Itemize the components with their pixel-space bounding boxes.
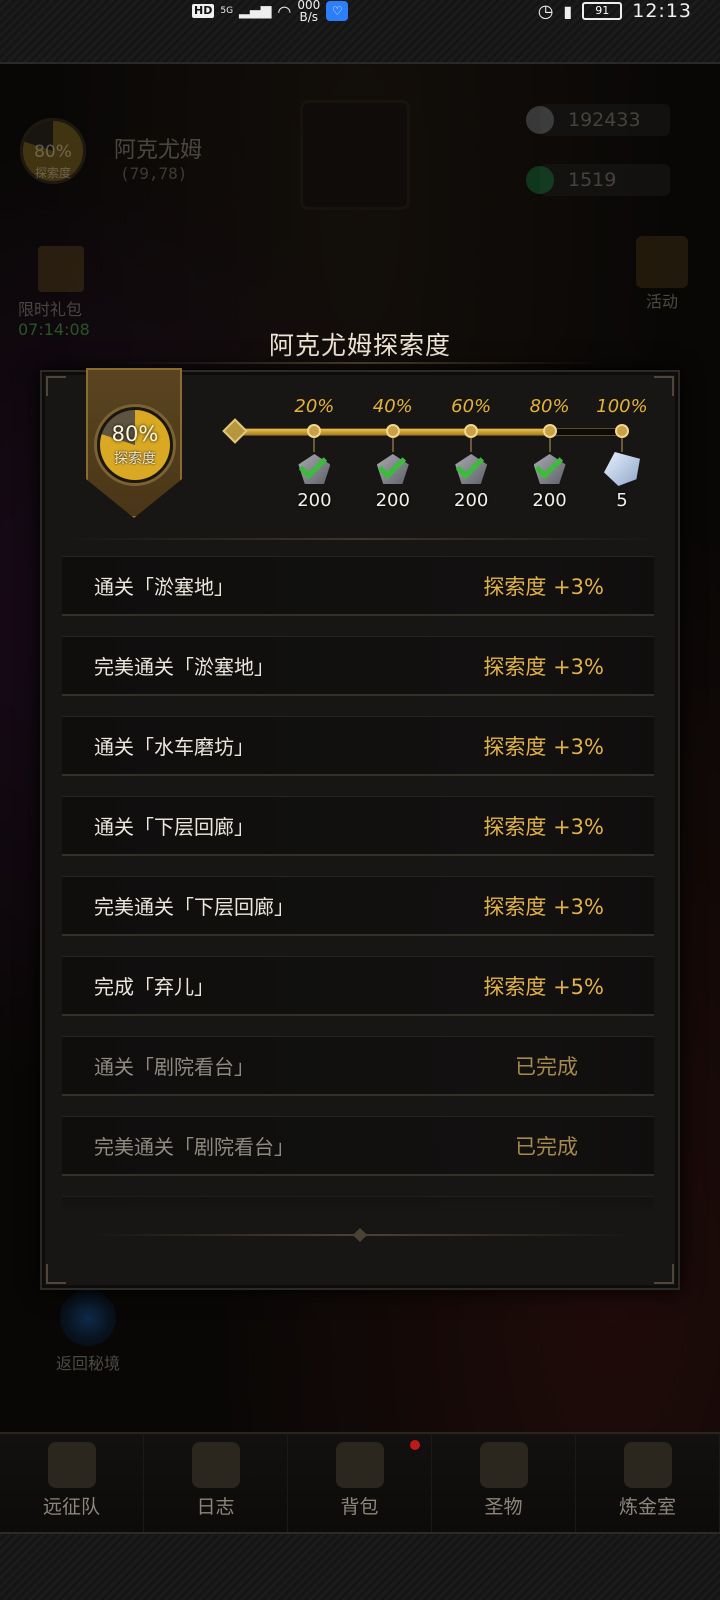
milestone-dot (385, 424, 400, 438)
task-row[interactable]: 完美通关「剧院看台」 已完成 (62, 1116, 654, 1176)
task-name: 通关「水车磨坊」 (94, 735, 254, 759)
task-list[interactable]: 通关「淤塞地」 探索度 +3% 完美通关「淤塞地」 探索度 +3% 通关「水车磨坊」… (62, 556, 654, 1212)
task-name: 完美通关「下层回廊」 (94, 895, 294, 919)
corner-ornament (46, 376, 66, 396)
speed-unit: B/s (299, 10, 319, 24)
wifi-icon: ◠ (277, 1, 292, 21)
task-row[interactable]: 通关「水车磨坊」 探索度 +3% (62, 716, 654, 776)
crystal-icon (600, 450, 644, 490)
task-name: 通关「淤塞地」 (94, 575, 234, 599)
track-start-diamond (222, 418, 248, 444)
task-reward: 探索度 +3% (483, 895, 604, 919)
header-divider (62, 538, 662, 540)
task-row[interactable]: 完成「弃儿」 探索度 +5% (62, 956, 654, 1016)
modal-title: 阿克尤姆探索度 (268, 331, 451, 360)
milestone-60%[interactable]: 60% 200 (431, 394, 511, 511)
footer-ornament (352, 1227, 368, 1243)
gem-icon (292, 450, 336, 490)
task-status: 已完成 (515, 1135, 578, 1159)
nav-label: 远征队 (42, 1496, 100, 1518)
network-type: 5G (220, 6, 234, 16)
nav-item[interactable]: 圣物 (432, 1434, 576, 1532)
task-name: 通关「下层回廊」 (94, 815, 254, 839)
reward-count: 200 (454, 490, 489, 511)
signal-icon: ▂▄▆ (239, 3, 272, 19)
task-name: 完美通关「淤塞地」 (94, 655, 274, 679)
network-speed: 000 B/s (297, 0, 320, 23)
reward-count: 200 (297, 490, 332, 511)
progress-label: 探索度 (114, 451, 156, 467)
milestone-80%[interactable]: 80% 200 (510, 394, 590, 511)
exploration-panel: 80% 探索度 20% 200 40% 200 60% 200 80% 200 … (40, 368, 680, 1290)
relic-icon (479, 1442, 528, 1488)
progress-percent: 80% (111, 422, 159, 446)
hd-badge: HD (192, 4, 215, 18)
system-status-bar: HD 5G ▂▄▆ ◠ 000 B/s ♡ ◷ ▮ 91 12:13 (0, 0, 720, 64)
title-divider (120, 362, 600, 364)
status-right: ◷ ▮ 91 12:13 (538, 0, 692, 22)
clock: 12:13 (632, 0, 692, 22)
task-row[interactable]: 通关「淤塞地」 探索度 +3% (62, 556, 654, 616)
vibrate-icon: ▮ (563, 1, 573, 21)
alarm-icon: ◷ (537, 0, 554, 22)
expedition-icon (47, 1442, 96, 1488)
gem-icon (449, 450, 493, 490)
task-reward: 探索度 +3% (483, 655, 604, 679)
task-row[interactable]: 完美通关「淤塞地」 探索度 +3% (62, 636, 654, 696)
nav-label: 背包 (340, 1496, 379, 1518)
corner-ornament (654, 376, 674, 396)
task-reward: 探索度 +3% (483, 735, 604, 759)
nav-item[interactable]: 背包 (288, 1434, 432, 1532)
task-reward: 探索度 +5% (483, 975, 604, 999)
nav-label: 圣物 (484, 1496, 523, 1518)
nav-label: 日志 (196, 1496, 235, 1518)
task-status: 已完成 (515, 1055, 578, 1079)
bulb-icon: ♡ (326, 1, 349, 21)
battery-icon: 91 (582, 2, 623, 20)
milestone-percent: 20% (294, 396, 335, 417)
gem-icon (371, 450, 415, 490)
task-name: 完美通关「剧院看台」 (94, 1135, 294, 1159)
system-nav-bar (0, 1532, 720, 1600)
reward-count: 5 (616, 490, 628, 511)
task-row[interactable]: 完美通关「下层回廊」 探索度 +3% (62, 876, 654, 936)
list-fade (62, 1184, 654, 1214)
task-name: 通关「剧院看台」 (94, 1055, 254, 1079)
milestone-percent: 40% (372, 396, 413, 417)
milestone-dot (464, 424, 479, 438)
nav-item[interactable]: 日志 (144, 1434, 288, 1532)
milestone-dot (307, 424, 322, 438)
milestone-dot (542, 424, 557, 438)
milestone-dot (615, 424, 629, 438)
bottom-navigation: 远征队 日志 背包 圣物 炼金室 (0, 1432, 720, 1532)
nav-label: 炼金室 (618, 1496, 676, 1518)
task-name: 完成「弃儿」 (94, 975, 214, 999)
nav-item[interactable]: 炼金室 (576, 1434, 720, 1532)
journal-icon (191, 1442, 240, 1488)
milestone-percent: 80% (529, 396, 570, 417)
reward-count: 200 (375, 490, 410, 511)
corner-ornament (46, 1264, 66, 1284)
milestone-100%[interactable]: 100% 5 (582, 394, 662, 511)
task-reward: 探索度 +3% (483, 575, 604, 599)
backpack-icon (335, 1442, 384, 1488)
notification-dot (410, 1440, 420, 1450)
corner-ornament (654, 1264, 674, 1284)
milestone-20%[interactable]: 20% 200 (274, 394, 354, 511)
task-row[interactable]: 通关「剧院看台」 已完成 (62, 1036, 654, 1096)
milestone-percent: 100% (596, 396, 648, 417)
alchemy-icon (623, 1442, 672, 1488)
reward-count: 200 (532, 490, 567, 511)
gem-icon (528, 450, 572, 490)
status-left: HD 5G ▂▄▆ ◠ 000 B/s ♡ (192, 0, 349, 23)
crystal-shape (604, 452, 640, 486)
milestone-percent: 60% (451, 396, 492, 417)
nav-item[interactable]: 远征队 (0, 1434, 144, 1532)
task-row[interactable]: 通关「下层回廊」 探索度 +3% (62, 796, 654, 856)
milestone-40%[interactable]: 40% 200 (353, 394, 433, 511)
task-reward: 探索度 +3% (483, 815, 604, 839)
